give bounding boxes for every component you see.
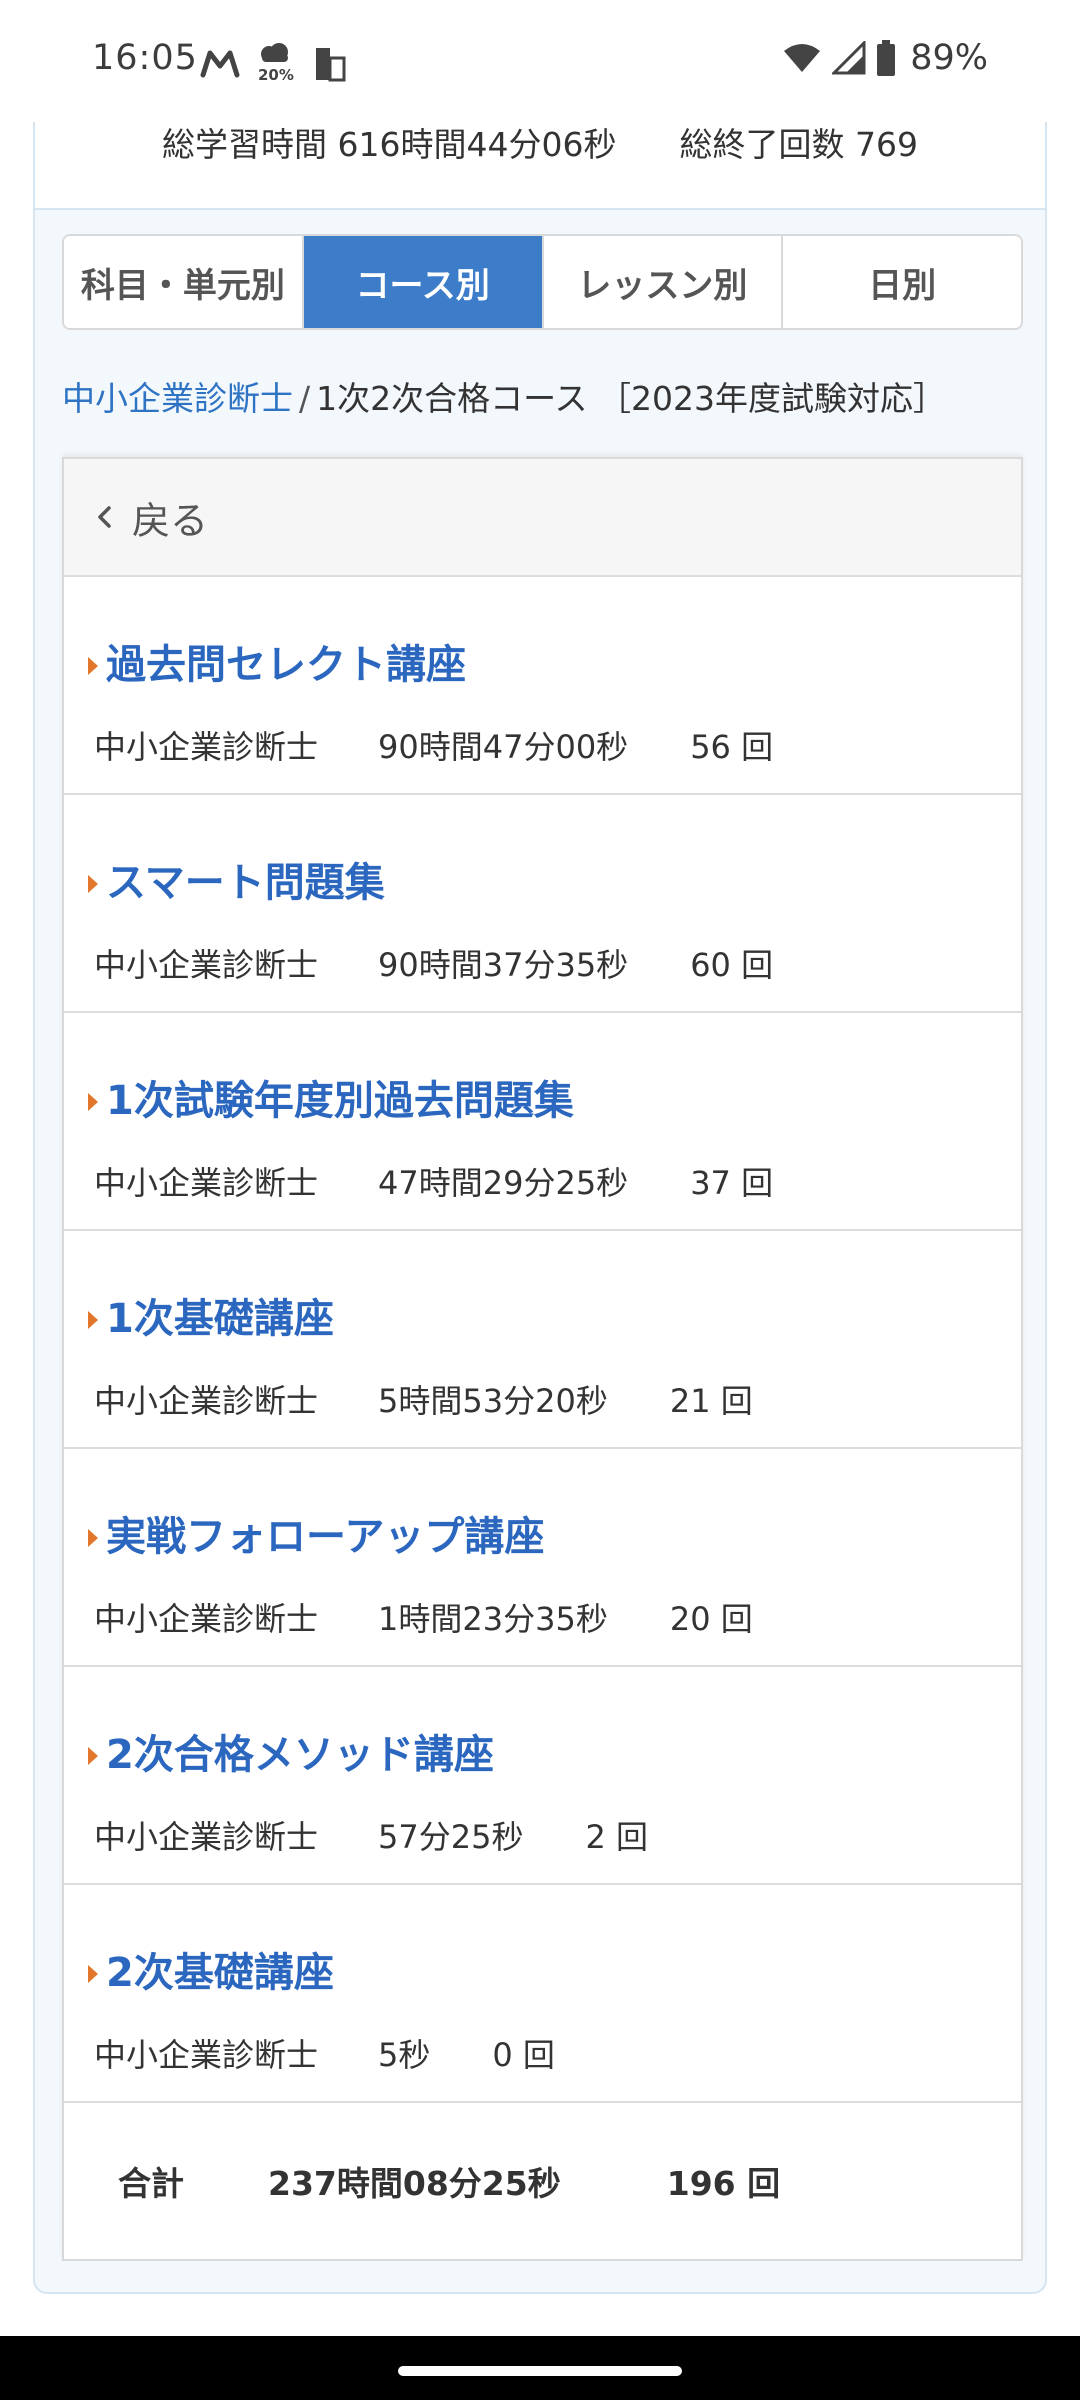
course-row: 2次合格メソッド講座 中小企業診断士 57分25秒 2 回 xyxy=(64,1667,1021,1885)
total-time-value: 616時間44分06秒 xyxy=(337,125,617,164)
summary-line: 総学習時間 616時間44分06秒 総終了回数 769 xyxy=(35,122,1045,168)
course-title[interactable]: 2次合格メソッド講座 xyxy=(88,1722,494,1780)
course-name: スマート問題集 xyxy=(106,860,385,906)
back-button[interactable]: 戻る xyxy=(64,459,1021,577)
tab-subject-unit[interactable]: 科目・単元別 xyxy=(64,236,304,328)
breadcrumb-separator: / xyxy=(299,379,311,418)
course-count: 60 回 xyxy=(690,946,774,984)
total-label: 合計 xyxy=(118,2164,184,2203)
course-name: 1次基礎講座 xyxy=(106,1296,334,1342)
course-title[interactable]: 過去問セレクト講座 xyxy=(88,632,466,690)
study-stats-panel: 総学習時間 616時間44分06秒 総終了回数 769 科目・単元別 コース別 … xyxy=(33,122,1047,2294)
course-name: 過去問セレクト講座 xyxy=(106,642,466,688)
tab-lesson[interactable]: レッスン別 xyxy=(543,236,784,328)
course-count: 2 回 xyxy=(585,1818,649,1856)
course-meta: 中小企業診断士 1時間23分35秒 20 回 xyxy=(94,1594,753,1640)
course-title[interactable]: 2次基礎講座 xyxy=(88,1940,334,1998)
total-count-label: 総終了回数 xyxy=(679,125,845,164)
battery-percent: 89% xyxy=(910,38,988,78)
breadcrumb-current: 1次2次合格コース ［2023年度試験対応］ xyxy=(316,379,946,418)
course-time: 5秒 xyxy=(378,2036,431,2074)
course-category: 中小企業診断士 xyxy=(94,2036,319,2074)
course-category: 中小企業診断士 xyxy=(94,1382,319,1420)
course-count: 0 回 xyxy=(492,2036,555,2074)
course-time: 47時間29分25秒 xyxy=(378,1164,629,1202)
course-time: 90時間47分00秒 xyxy=(378,728,629,766)
course-time: 57分25秒 xyxy=(378,1818,524,1856)
course-meta: 中小企業診断士 90時間37分35秒 60 回 xyxy=(94,940,773,986)
course-row: 2次基礎講座 中小企業診断士 5秒 0 回 xyxy=(64,1885,1021,2103)
course-list: 戻る 過去問セレクト講座 中小企業診断士 90時間47分00秒 56 回 スマー… xyxy=(62,457,1023,2261)
course-title[interactable]: 1次試験年度別過去問題集 xyxy=(88,1068,574,1126)
course-category: 中小企業診断士 xyxy=(94,1818,319,1856)
navigation-bar xyxy=(0,2336,1080,2400)
course-meta: 中小企業診断士 5秒 0 回 xyxy=(94,2030,555,2076)
course-category: 中小企業診断士 xyxy=(94,1600,319,1638)
course-time: 90時間37分35秒 xyxy=(378,946,629,984)
course-row: 1次試験年度別過去問題集 中小企業診断士 47時間29分25秒 37 回 xyxy=(64,1013,1021,1231)
course-title[interactable]: 1次基礎講座 xyxy=(88,1286,334,1344)
course-category: 中小企業診断士 xyxy=(94,946,319,984)
course-meta: 中小企業診断士 5時間53分20秒 21 回 xyxy=(94,1376,753,1422)
weather-icon: 20% xyxy=(254,40,300,86)
view-tabs: 科目・単元別 コース別 レッスン別 日別 xyxy=(62,234,1023,330)
course-count: 56 回 xyxy=(690,728,774,766)
course-title[interactable]: 実戦フォローアップ講座 xyxy=(88,1504,544,1562)
course-category: 中小企業診断士 xyxy=(94,1164,319,1202)
triangle-marker-icon xyxy=(88,875,98,893)
course-count: 21 回 xyxy=(669,1382,753,1420)
course-name: 1次試験年度別過去問題集 xyxy=(106,1078,574,1124)
course-count: 37 回 xyxy=(690,1164,774,1202)
battery-icon xyxy=(877,40,896,76)
course-title[interactable]: スマート問題集 xyxy=(88,850,385,908)
course-row: 実戦フォローアップ講座 中小企業診断士 1時間23分35秒 20 回 xyxy=(64,1449,1021,1667)
triangle-marker-icon xyxy=(88,1965,98,1983)
course-meta: 中小企業診断士 47時間29分25秒 37 回 xyxy=(94,1158,773,1204)
course-time: 1時間23分35秒 xyxy=(378,1600,608,1638)
triangle-marker-icon xyxy=(88,1311,98,1329)
course-name: 2次基礎講座 xyxy=(106,1950,334,1996)
notification-icons: 20% xyxy=(200,40,346,86)
course-count: 20 回 xyxy=(669,1600,753,1638)
course-row: 1次基礎講座 中小企業診断士 5時間53分20秒 21 回 xyxy=(64,1231,1021,1449)
course-meta: 中小企業診断士 90時間47分00秒 56 回 xyxy=(94,722,773,768)
breadcrumb: 中小企業診断士/1次2次合格コース ［2023年度試験対応］ xyxy=(62,372,946,420)
building-icon xyxy=(316,48,346,82)
system-icons: 89% xyxy=(782,38,988,78)
course-row: 過去問セレクト講座 中小企業診断士 90時間47分00秒 56 回 xyxy=(64,577,1021,795)
tab-course[interactable]: コース別 xyxy=(303,236,544,328)
triangle-marker-icon xyxy=(88,1747,98,1765)
back-label: 戻る xyxy=(132,498,209,543)
home-gesture-handle[interactable] xyxy=(398,2366,682,2376)
total-row: 合計 237時間08分25秒 196 回 xyxy=(64,2103,1021,2259)
chevron-left-icon xyxy=(98,506,111,528)
triangle-marker-icon xyxy=(88,657,98,675)
course-meta: 中小企業診断士 57分25秒 2 回 xyxy=(94,1812,648,1858)
triangle-marker-icon xyxy=(88,1093,98,1111)
course-name: 実戦フォローアップ講座 xyxy=(106,1514,545,1560)
mail-app-icon xyxy=(200,50,240,78)
breadcrumb-link[interactable]: 中小企業診断士 xyxy=(62,379,293,418)
status-time: 16:05 xyxy=(92,38,198,78)
wifi-icon xyxy=(784,44,821,72)
tab-daily[interactable]: 日別 xyxy=(783,236,1021,328)
total-time-label: 総学習時間 xyxy=(162,125,328,164)
course-row: スマート問題集 中小企業診断士 90時間37分35秒 60 回 xyxy=(64,795,1021,1013)
total-count-value: 769 xyxy=(854,125,918,164)
signal-icon xyxy=(832,41,866,75)
status-bar: 16:05 20% 89% xyxy=(0,0,1080,122)
course-time: 5時間53分20秒 xyxy=(378,1382,608,1420)
total-time: 237時間08分25秒 xyxy=(268,2164,561,2203)
weather-percent: 20% xyxy=(258,66,294,84)
summary-strip: 総学習時間 616時間44分06秒 総終了回数 769 xyxy=(35,122,1045,210)
triangle-marker-icon xyxy=(88,1529,98,1547)
course-category: 中小企業診断士 xyxy=(94,728,319,766)
total-count: 196 回 xyxy=(666,2164,781,2203)
course-name: 2次合格メソッド講座 xyxy=(106,1732,494,1778)
